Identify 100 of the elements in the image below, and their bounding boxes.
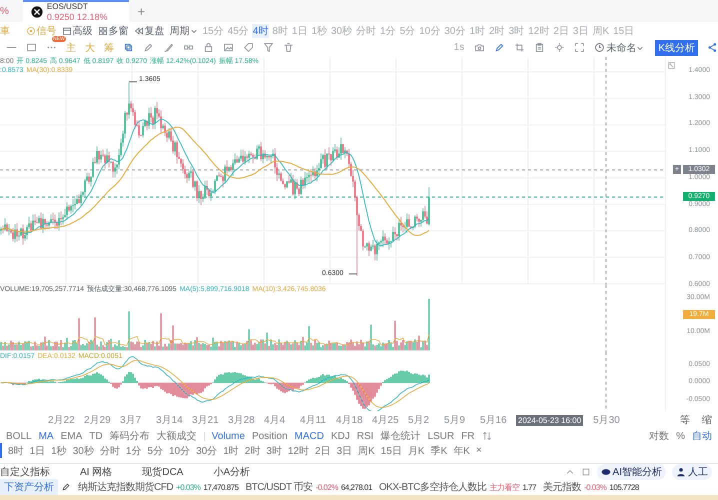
brush-icon[interactable]: [163, 42, 174, 54]
indicator-tab[interactable]: 筹码分布: [110, 429, 150, 444]
ai-analysis-button[interactable]: AI智能分析: [596, 464, 666, 480]
axis-mode-button[interactable]: 等: [680, 413, 690, 428]
interval-tab[interactable]: 1秒: [51, 444, 67, 458]
interval-tab[interactable]: 15日: [612, 24, 636, 38]
close-button[interactable]: ×: [476, 445, 482, 456]
interval-tab[interactable]: 5分: [147, 444, 163, 458]
analysis-button[interactable]: K线分析: [655, 40, 698, 56]
tag-icon[interactable]: [243, 42, 254, 54]
interval-tab[interactable]: 30秒: [330, 24, 354, 38]
expand-icon[interactable]: [668, 62, 675, 69]
interval-tab[interactable]: 12时: [288, 444, 309, 458]
share-icon[interactable]: [707, 42, 718, 54]
crop-icon[interactable]: [514, 42, 526, 54]
interval-tab[interactable]: 10分: [168, 444, 190, 458]
interval-tab[interactable]: 15分: [202, 24, 225, 38]
interval-tab[interactable]: 3时: [266, 444, 282, 458]
interval-tab[interactable]: 8时: [271, 24, 289, 38]
indicator-tab[interactable]: RSI: [356, 430, 374, 442]
indicator-tab[interactable]: BOLL: [6, 430, 32, 442]
support-button[interactable]: 人工: [672, 464, 712, 480]
indicator-tab[interactable]: LSUR: [428, 430, 454, 442]
scale-option[interactable]: 对数: [649, 429, 670, 444]
add-tab-button[interactable]: +: [129, 0, 154, 22]
interval-tab[interactable]: 30分: [196, 444, 218, 458]
lock-icon[interactable]: [203, 42, 214, 54]
interval-tab[interactable]: 1秒: [310, 24, 328, 38]
pencil-icon[interactable]: [61, 482, 71, 492]
layout-dropdown[interactable]: 未命名: [594, 40, 644, 55]
indicator-tab[interactable]: 爆仓统计: [380, 429, 421, 444]
square-icon[interactable]: [580, 466, 591, 477]
interval-tab[interactable]: 季K: [430, 444, 448, 458]
panel-tab[interactable]: 自定义指标: [0, 464, 50, 479]
symbol-tab[interactable]: EOS/USDT 0.9250 12.18%: [22, 0, 130, 22]
interval-tab[interactable]: 1日: [290, 24, 308, 38]
indicator-tab[interactable]: MA: [38, 430, 54, 442]
replay-button[interactable]: 复盘: [134, 24, 164, 38]
speed-button[interactable]: 1s: [452, 42, 466, 54]
rectangle-icon[interactable]: [26, 42, 37, 54]
filter-icon[interactable]: [263, 42, 274, 54]
interval-tab[interactable]: 30分: [443, 24, 466, 38]
asset-analysis-button[interactable]: 下资产分析: [0, 479, 58, 496]
interval-tab[interactable]: 分时: [100, 444, 120, 458]
clipboard-icon[interactable]: [534, 42, 546, 54]
interval-tab[interactable]: 10分: [418, 24, 442, 38]
interval-tab[interactable]: 3日: [336, 444, 352, 458]
leader-line: [348, 273, 358, 274]
interval-tab[interactable]: 月K: [408, 444, 425, 458]
interval-tab[interactable]: 2时: [488, 24, 506, 38]
crosshair-date-label: 2024-05-23 16:00: [516, 414, 584, 426]
interval-tab[interactable]: 12时: [527, 24, 550, 38]
panel-tab[interactable]: 小A分析: [213, 464, 250, 479]
interval-tab[interactable]: 2日: [315, 444, 331, 458]
interval-tab[interactable]: 1时: [468, 24, 486, 38]
swap-icon[interactable]: [482, 431, 492, 442]
layers-icon[interactable]: [123, 42, 134, 54]
scale-option[interactable]: 自动: [692, 429, 712, 444]
trash-icon[interactable]: [283, 42, 294, 54]
date-tick: 2月22: [48, 414, 76, 428]
interval-tab[interactable]: 3日: [572, 24, 590, 38]
interval-tab[interactable]: 年K: [453, 444, 470, 458]
interval-tab[interactable]: 1分: [126, 444, 142, 458]
indicator-tab[interactable]: MACD: [294, 430, 324, 442]
interval-tab[interactable]: 2日: [552, 24, 570, 38]
fullscreen-icon[interactable]: [574, 42, 586, 54]
indicator-tab[interactable]: Volume: [212, 430, 245, 442]
axis-mode-button[interactable]: 缩: [702, 413, 712, 428]
interval-tab[interactable]: 45分: [226, 24, 250, 38]
ticker-value: 17,470.875: [203, 482, 238, 492]
camera-icon[interactable]: [474, 42, 486, 54]
indicator-tab[interactable]: EMA: [60, 430, 82, 442]
interval-tab[interactable]: 周K: [358, 444, 375, 458]
date-tick: 5月9: [444, 414, 466, 428]
interval-tab[interactable]: 8时: [8, 444, 24, 458]
indicator-tab[interactable]: 大额成交: [156, 429, 197, 444]
interval-tab[interactable]: 3时: [508, 24, 526, 38]
target-icon: [26, 26, 36, 36]
indicator-tab[interactable]: TD: [89, 430, 103, 442]
interval-tab[interactable]: 30秒: [72, 444, 94, 458]
interval-tab[interactable]: 1时: [223, 444, 239, 458]
scale-option[interactable]: %: [676, 430, 685, 442]
interval-tab[interactable]: 15日: [380, 444, 402, 458]
panel-tab[interactable]: AI 网格: [80, 464, 112, 479]
date-tick: 4月11: [300, 414, 327, 428]
interval-tab[interactable]: 5分: [398, 24, 416, 38]
interval-tab[interactable]: 1日: [30, 444, 46, 458]
indicator-tab[interactable]: FR: [461, 430, 475, 442]
interval-tab[interactable]: 2时: [244, 444, 260, 458]
interval-tab[interactable]: 分时: [355, 24, 378, 38]
image-icon[interactable]: [223, 42, 234, 54]
multi-button[interactable]: 多窗: [98, 24, 128, 38]
indicator-tab[interactable]: Position: [252, 430, 288, 442]
period-dropdown[interactable]: 周期: [170, 24, 196, 38]
interval-tab[interactable]: 1分: [379, 24, 397, 38]
interval-tab[interactable]: 周K: [591, 24, 610, 38]
indicator-tab[interactable]: KDJ: [330, 430, 350, 442]
panel-tab[interactable]: 现货DCA: [142, 464, 184, 479]
interval-tab[interactable]: 4时: [252, 24, 270, 38]
date-tick: 5月2: [408, 414, 430, 428]
